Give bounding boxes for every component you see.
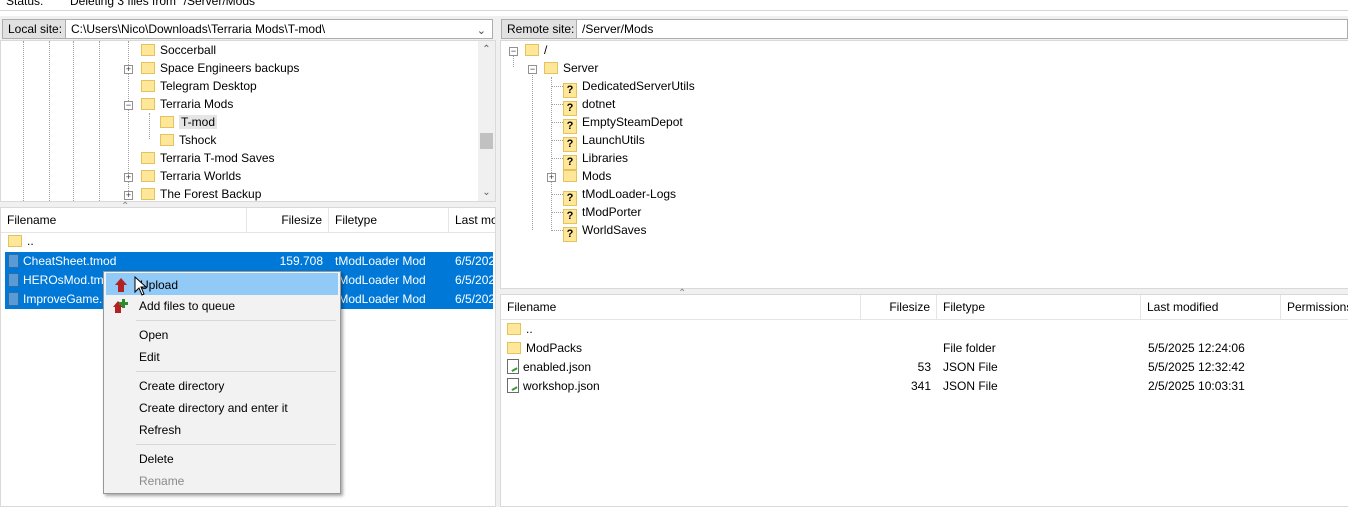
table-row[interactable]: enabled.json 53 JSON File 5/5/2025 12:32… — [507, 358, 1347, 377]
folder-icon — [507, 342, 521, 354]
collapse-icon[interactable]: − — [528, 65, 537, 74]
tree-item-launchutils[interactable]: ? LaunchUtils — [563, 131, 645, 152]
status-bar: Status: Deleting 3 files from "/Server/M… — [0, 0, 1348, 11]
folder-icon — [141, 98, 155, 110]
remote-site-path-field[interactable]: /Server/Mods — [576, 19, 1348, 39]
tree-item-terraria-t-mod-saves[interactable]: Terraria T-mod Saves — [141, 149, 275, 167]
folder-open-icon — [160, 116, 174, 128]
scroll-thumb[interactable] — [480, 133, 493, 149]
tree-item-soccerball[interactable]: Soccerball — [141, 41, 216, 59]
status-label: Status: — [6, 0, 44, 8]
menu-item-create-directory[interactable]: Create directory — [106, 375, 338, 397]
folder-icon — [141, 44, 155, 56]
remote-list-header: ⌃ Filename Filesize Filetype Last modifi… — [501, 288, 1348, 320]
tree-item-tshock[interactable]: Tshock — [160, 131, 216, 149]
column-permissions[interactable]: Permissions — [1281, 295, 1348, 319]
chevron-down-icon[interactable]: ⌄ — [477, 22, 486, 40]
tree-item-tmodporter[interactable]: ? tModPorter — [563, 203, 641, 224]
menu-item-refresh[interactable]: Refresh — [106, 419, 338, 441]
menu-item-edit[interactable]: Edit — [106, 346, 338, 368]
tree-item-telegram-desktop[interactable]: Telegram Desktop — [141, 77, 257, 95]
tree-item-mods[interactable]: Mods — [563, 167, 611, 185]
list-item-parent[interactable]: .. — [507, 320, 1347, 339]
local-site-bar: Local site: C:\Users\Nico\Downloads\Terr… — [0, 16, 496, 42]
menu-separator — [136, 371, 336, 372]
tree-item-dedicatedserverutils[interactable]: ? DedicatedServerUtils — [563, 77, 695, 98]
local-site-path-field[interactable]: C:\Users\Nico\Downloads\Terraria Mods\T-… — [65, 19, 493, 39]
column-filesize[interactable]: Filesize — [861, 295, 937, 319]
tree-item-dotnet[interactable]: ? dotnet — [563, 95, 615, 116]
add-to-queue-icon — [113, 299, 128, 313]
menu-separator — [136, 444, 336, 445]
local-tree-scrollbar[interactable]: ⌃ ⌄ — [478, 41, 495, 201]
menu-item-add-to-queue[interactable]: Add files to queue — [106, 295, 338, 317]
column-filename[interactable]: Filename — [501, 295, 861, 319]
menu-separator — [136, 320, 336, 321]
remote-site-path: /Server/Mods — [582, 22, 654, 36]
scroll-down-icon[interactable]: ⌄ — [478, 184, 495, 201]
column-filetype[interactable]: Filetype — [329, 208, 449, 232]
expand-icon[interactable]: + — [547, 173, 556, 182]
expand-icon[interactable]: + — [124, 191, 133, 200]
tree-item-libraries[interactable]: ? Libraries — [563, 149, 628, 170]
remote-file-list[interactable]: ⌃ Filename Filesize Filetype Last modifi… — [500, 288, 1348, 507]
menu-item-create-directory-enter[interactable]: Create directory and enter it — [106, 397, 338, 419]
column-filetype[interactable]: Filetype — [937, 295, 1141, 319]
context-menu: Upload Add files to queue Open Edit Crea… — [103, 271, 341, 494]
scroll-up-icon[interactable]: ⌃ — [478, 41, 495, 58]
expand-icon[interactable]: + — [124, 65, 133, 74]
upload-arrow-icon — [115, 278, 127, 292]
file-icon — [8, 254, 19, 268]
json-file-icon — [507, 378, 519, 393]
tree-item-tmodloader-logs[interactable]: ? tModLoader-Logs — [563, 185, 676, 206]
tree-item-server[interactable]: Server — [544, 59, 598, 77]
local-site-label: Local site: — [2, 19, 69, 39]
folder-icon — [544, 62, 558, 74]
table-row[interactable]: ModPacks File folder 5/5/2025 12:24:06 — [507, 339, 1347, 358]
folder-icon — [160, 134, 174, 146]
file-icon — [8, 292, 19, 306]
tree-item-root[interactable]: / — [525, 41, 547, 59]
folder-icon — [525, 44, 539, 56]
local-site-path: C:\Users\Nico\Downloads\Terraria Mods\T-… — [71, 22, 326, 36]
tree-item-t-mod[interactable]: T-mod — [160, 113, 218, 131]
folder-icon — [507, 323, 521, 335]
folder-icon — [141, 188, 155, 200]
local-tree[interactable]: Soccerball + Space Engineers backups Tel… — [0, 40, 496, 203]
folder-icon — [141, 170, 155, 182]
remote-site-label: Remote site: — [501, 19, 581, 39]
menu-item-rename: Rename — [139, 474, 185, 488]
tree-item-emptysteamdepot[interactable]: ? EmptySteamDepot — [563, 113, 683, 134]
column-filesize[interactable]: Filesize — [247, 208, 329, 232]
folder-icon — [141, 152, 155, 164]
collapse-icon[interactable]: − — [124, 101, 133, 110]
table-row[interactable]: workshop.json 341 JSON File 2/5/2025 10:… — [507, 377, 1347, 396]
local-list-header: ⌃ Filename Filesize Filetype Last mo — [1, 201, 495, 233]
tree-item-space-engineers-backups[interactable]: Space Engineers backups — [141, 59, 299, 77]
folder-icon — [141, 62, 155, 74]
expand-icon[interactable]: + — [124, 173, 133, 182]
folder-icon — [8, 235, 22, 247]
column-filename[interactable]: Filename — [1, 208, 247, 232]
list-item-parent[interactable]: .. — [5, 232, 493, 251]
column-last-modified[interactable]: Last modified — [1141, 295, 1281, 319]
json-file-icon — [507, 359, 519, 374]
status-text: Deleting 3 files from "/Server/Mods" — [70, 0, 260, 8]
folder-icon — [563, 170, 577, 182]
remote-tree[interactable]: − / − Server ? DedicatedServerUtils ? dotn… — [500, 40, 1348, 289]
menu-item-delete[interactable]: Delete — [106, 448, 338, 470]
column-last-modified[interactable]: Last mo — [449, 208, 495, 232]
table-row[interactable]: CheatSheet.tmod 159.708 tModLoader Mod 6… — [5, 252, 493, 271]
tree-item-worldsaves[interactable]: ? WorldSaves — [563, 221, 646, 242]
file-icon — [8, 273, 19, 287]
unknown-folder-icon: ? — [563, 227, 577, 242]
tree-item-terraria-worlds[interactable]: Terraria Worlds — [141, 167, 241, 185]
tree-item-the-forest-backup[interactable]: The Forest Backup — [141, 185, 261, 203]
remote-site-bar: Remote site: /Server/Mods — [500, 16, 1348, 42]
tree-item-terraria-mods[interactable]: Terraria Mods — [141, 95, 233, 113]
mouse-cursor-icon — [134, 276, 148, 296]
collapse-icon[interactable]: − — [509, 47, 518, 56]
folder-icon — [141, 80, 155, 92]
menu-item-open[interactable]: Open — [106, 324, 338, 346]
